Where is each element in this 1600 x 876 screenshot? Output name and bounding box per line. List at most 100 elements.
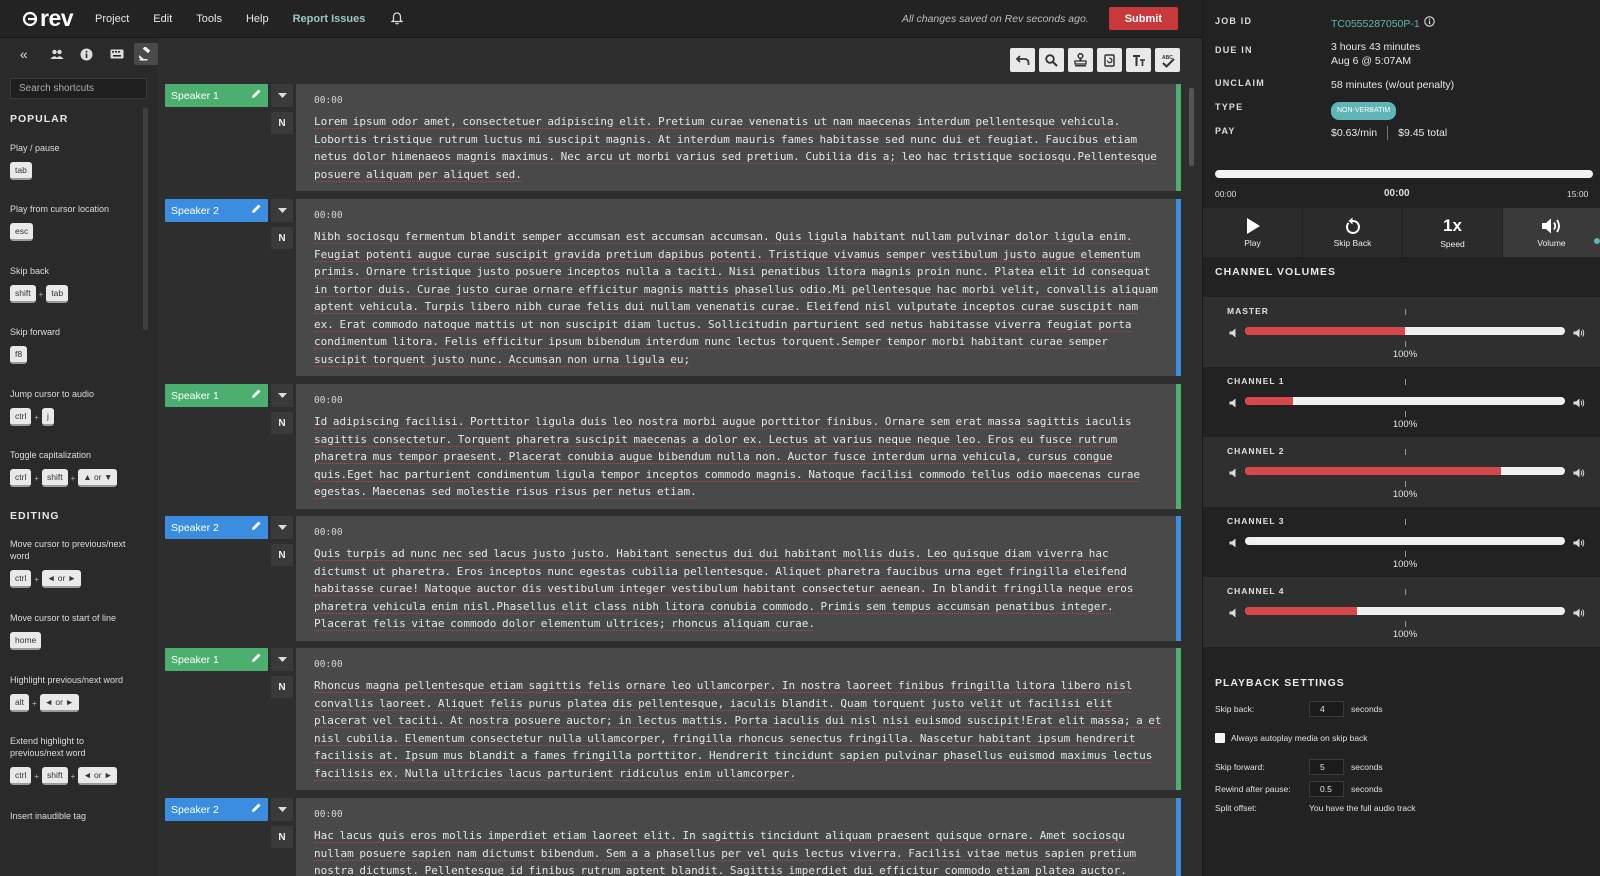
volume-high-icon[interactable] <box>1573 395 1585 413</box>
volume-high-icon[interactable] <box>1573 465 1585 483</box>
rewind-seconds-input[interactable] <box>1309 781 1344 797</box>
channel-volume-slider[interactable] <box>1245 537 1565 545</box>
segment-text[interactable]: Nibh sociosqu fermentum blandit semper a… <box>314 228 1162 368</box>
pay-total: $9.45 total <box>1398 127 1448 139</box>
segment-text-box[interactable]: 00:00 Id adipiscing facilisi. Porttitor … <box>296 384 1181 509</box>
menu-edit[interactable]: Edit <box>153 13 172 25</box>
stamp-icon[interactable] <box>1068 48 1093 72</box>
people-icon[interactable] <box>46 43 70 65</box>
chevron-down-icon[interactable] <box>271 516 293 539</box>
speaker-button[interactable]: Speaker 1 <box>165 84 268 107</box>
undo-icon[interactable] <box>1010 48 1035 72</box>
skip-forward-seconds-input[interactable] <box>1309 759 1344 775</box>
pencil-icon[interactable] <box>251 88 262 102</box>
chevron-down-icon[interactable] <box>271 84 293 107</box>
chevron-down-icon[interactable] <box>271 384 293 407</box>
chevron-down-icon[interactable] <box>271 199 293 222</box>
volume-low-icon[interactable] <box>1229 535 1239 553</box>
skip-back-icon <box>1346 217 1360 234</box>
speaker-button[interactable]: Speaker 2 <box>165 798 268 821</box>
segment-text-box[interactable]: 00:00 Hac lacus quis eros mollis imperdi… <box>296 798 1181 876</box>
segment-timestamp[interactable]: 00:00 <box>314 809 1162 820</box>
volume-high-icon[interactable] <box>1573 535 1585 553</box>
segment-tag-button[interactable]: N <box>271 544 293 566</box>
segment-text-box[interactable]: 00:00 Quis turpis ad nunc nec sed lacus … <box>296 516 1181 641</box>
volume-low-icon[interactable] <box>1229 395 1239 413</box>
info-icon[interactable] <box>75 43 99 65</box>
skip-back-seconds-input[interactable] <box>1309 701 1344 717</box>
menu-help[interactable]: Help <box>246 13 269 25</box>
channel-volume-slider[interactable] <box>1245 397 1565 405</box>
pencil-icon[interactable] <box>251 520 262 534</box>
search-shortcuts-input[interactable] <box>10 78 147 99</box>
segment-text[interactable]: Id adipiscing facilisi. Porttitor ligula… <box>314 413 1162 501</box>
text-size-icon[interactable] <box>1126 48 1151 72</box>
volume-button[interactable]: Volume <box>1503 208 1600 257</box>
autoplay-checkbox[interactable] <box>1215 733 1225 743</box>
segment-timestamp[interactable]: 00:00 <box>314 210 1162 221</box>
pencil-icon[interactable] <box>251 388 262 402</box>
submit-button[interactable]: Submit <box>1108 7 1178 30</box>
chevron-down-icon[interactable] <box>271 648 293 671</box>
skip-back-button[interactable]: Skip Back <box>1303 208 1403 257</box>
volume-high-icon[interactable] <box>1573 605 1585 623</box>
keyboard-icon[interactable] <box>105 43 129 65</box>
center-tick <box>1405 621 1406 627</box>
due-in-duration: 3 hours 43 minutes <box>1331 41 1421 53</box>
collapse-icon[interactable]: « <box>12 43 36 65</box>
unclaim-value[interactable]: 58 minutes (w/out penalty) <box>1331 78 1454 92</box>
segment-text[interactable]: Quis turpis ad nunc nec sed lacus justo … <box>314 545 1162 633</box>
gavel-icon[interactable] <box>134 43 158 65</box>
channel-volume-slider[interactable] <box>1245 467 1565 475</box>
sidebar-scrollbar[interactable] <box>143 108 148 330</box>
chevron-down-icon[interactable] <box>271 798 293 821</box>
key: shift <box>42 469 68 487</box>
volume-low-icon[interactable] <box>1229 465 1239 483</box>
replay-icon[interactable] <box>1097 48 1122 72</box>
rev-logo[interactable]: rev <box>22 5 74 32</box>
transcript-scrollbar[interactable] <box>1189 88 1194 166</box>
bell-icon[interactable] <box>391 12 404 25</box>
segment-text-box[interactable]: 00:00 Nibh sociosqu fermentum blandit se… <box>296 199 1181 376</box>
volume-low-icon[interactable] <box>1229 325 1239 343</box>
segment-timestamp[interactable]: 00:00 <box>314 95 1162 106</box>
job-id-value[interactable]: TC0555287050P-1 <box>1331 17 1420 31</box>
playback-progress-bar[interactable] <box>1215 170 1593 178</box>
segment-tag-button[interactable]: N <box>271 227 293 249</box>
segment-timestamp[interactable]: 00:00 <box>314 659 1162 670</box>
spellcheck-icon[interactable]: ABC <box>1155 48 1180 72</box>
report-issues-link[interactable]: Report Issues <box>293 13 366 25</box>
volume-low-icon[interactable] <box>1229 605 1239 623</box>
volume-high-icon[interactable] <box>1573 325 1585 343</box>
key: ◄ or ► <box>39 694 79 712</box>
segment-text[interactable]: Lorem ipsum odor amet, consectetuer adip… <box>314 113 1162 183</box>
pencil-icon[interactable] <box>251 802 262 816</box>
segment-tag-button[interactable]: N <box>271 112 293 134</box>
channel-volume-slider[interactable] <box>1245 327 1565 335</box>
speaker-button[interactable]: Speaker 1 <box>165 648 268 671</box>
speaker-name: Speaker 2 <box>171 803 219 816</box>
segment-text-box[interactable]: 00:00 Rhoncus magna pellentesque etiam s… <box>296 648 1181 790</box>
pencil-icon[interactable] <box>251 652 262 666</box>
segment-text-box[interactable]: 00:00 Lorem ipsum odor amet, consectetue… <box>296 84 1181 191</box>
channel-volume-slider[interactable] <box>1245 607 1565 615</box>
segment-timestamp[interactable]: 00:00 <box>314 395 1162 406</box>
channel-volume-percent: 100% <box>1392 419 1418 430</box>
segment-tag-button[interactable]: N <box>271 826 293 848</box>
segment-text[interactable]: Hac lacus quis eros mollis imperdiet eti… <box>314 827 1162 876</box>
info-circle-icon[interactable] <box>1423 16 1435 31</box>
segment-tag-button[interactable]: N <box>271 676 293 698</box>
segment-text[interactable]: Rhoncus magna pellentesque etiam sagitti… <box>314 677 1162 782</box>
speed-button[interactable]: 1x Speed <box>1403 208 1503 257</box>
segment-timestamp[interactable]: 00:00 <box>314 527 1162 538</box>
play-button[interactable]: Play <box>1203 208 1303 257</box>
speaker-button[interactable]: Speaker 2 <box>165 516 268 539</box>
segment-tag-button[interactable]: N <box>271 412 293 434</box>
search-icon[interactable] <box>1039 48 1064 72</box>
speaker-button[interactable]: Speaker 2 <box>165 199 268 222</box>
pencil-icon[interactable] <box>251 203 262 217</box>
menu-project[interactable]: Project <box>95 13 129 25</box>
menu-tools[interactable]: Tools <box>196 13 222 25</box>
type-badge: NON-VERBATIM <box>1331 102 1397 120</box>
speaker-button[interactable]: Speaker 1 <box>165 384 268 407</box>
